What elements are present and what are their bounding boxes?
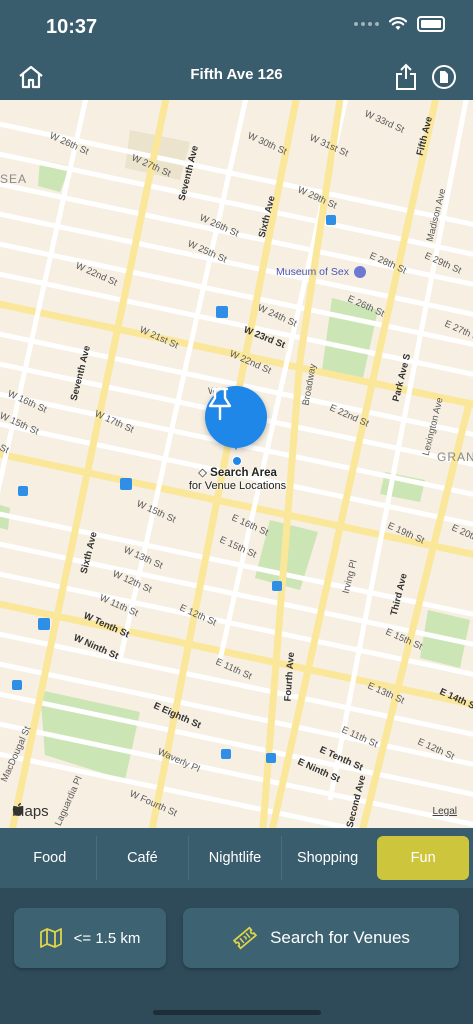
category-bar: Food Café Nightlife Shopping Fun [0,828,473,888]
category-nightlife[interactable]: Nightlife [189,836,282,880]
pin-label-subtitle: for Venue Locations [188,480,287,492]
distance-button[interactable]: <= 1.5 km [14,908,166,968]
pin-label-title: Search Area [210,467,277,479]
map-view[interactable]: W 33rd St W 31st St W 30th St W 29th St … [0,100,473,828]
home-indicator [153,1010,321,1015]
museum-icon [353,266,366,279]
poi-museum-of-sex[interactable]: Museum of Sex [276,266,366,279]
distance-label: <= 1.5 km [73,929,141,947]
bottom-controls: <= 1.5 km Search for Venues [0,888,473,1024]
pushpin-icon [208,387,232,421]
legal-link[interactable]: Legal [433,806,457,817]
battery-icon [417,16,445,32]
area-label: GRAN [437,450,473,464]
status-bar: 10:37 [0,0,473,52]
apple-logo-icon [12,803,24,816]
category-fun[interactable]: Fun [377,836,469,880]
document-icon[interactable] [429,62,459,92]
pin-tail [231,442,241,450]
diamond-icon: ◇ [198,467,211,479]
area-label: SEA [0,172,28,186]
poi-label: Museum of Sex [276,266,349,278]
signal-icon [354,22,379,26]
navigation-bar: Fifth Ave 126 [0,52,473,100]
status-icons [354,16,445,32]
wifi-icon [389,17,407,30]
search-venues-label: Search for Venues [270,928,410,947]
ticket-icon [232,926,258,950]
category-shopping[interactable]: Shopping [282,836,374,880]
category-food[interactable]: Food [4,836,97,880]
pin-label: ◇ Search Area for Venue Locations [150,467,325,493]
maps-logo: Maps [12,803,49,820]
status-time: 10:37 [46,16,98,38]
map-icon [39,928,62,948]
category-cafe[interactable]: Café [97,836,190,880]
search-area-pin[interactable] [205,386,267,448]
share-icon[interactable] [391,62,421,92]
pin-location-dot [232,456,242,466]
search-venues-button[interactable]: Search for Venues [183,908,459,968]
